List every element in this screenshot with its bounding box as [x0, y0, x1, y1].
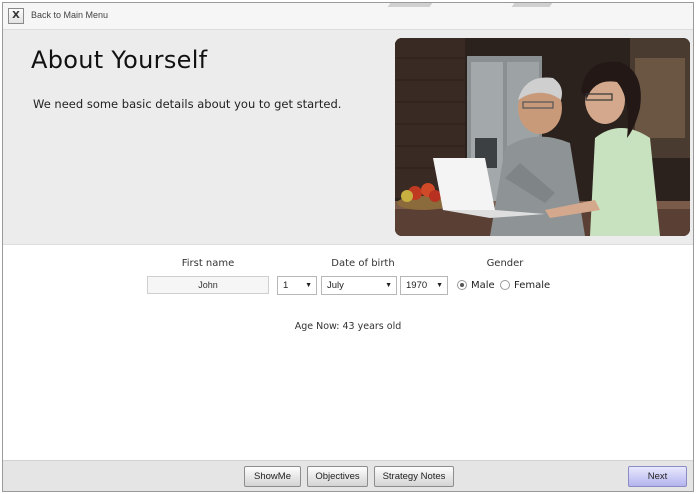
hero-section: About Yourself We need some basic detail…	[3, 30, 693, 245]
dob-day-select[interactable]: 1 ▼	[277, 276, 317, 295]
hero-photo	[395, 38, 690, 236]
gender-female-label[interactable]: Female	[514, 280, 550, 291]
app-window: X Back to Main Menu About Yourself We ne…	[2, 2, 694, 492]
gender-male-radio[interactable]	[457, 280, 467, 290]
first-name-input[interactable]: John	[147, 276, 269, 294]
dob-year-value: 1970	[406, 280, 428, 291]
dob-day-value: 1	[283, 280, 289, 291]
dob-month-value: July	[327, 280, 344, 291]
close-button[interactable]: X	[8, 8, 24, 24]
chevron-down-icon: ▼	[385, 282, 392, 289]
next-button[interactable]: Next	[628, 466, 687, 487]
age-now-text: Age Now: 43 years old	[294, 321, 402, 332]
gender-male-label[interactable]: Male	[471, 280, 495, 291]
dob-year-select[interactable]: 1970 ▼	[400, 276, 448, 295]
strategy-notes-button[interactable]: Strategy Notes	[374, 466, 454, 487]
top-decoration	[511, 3, 553, 7]
bottom-toolbar: ShowMe Objectives Strategy Notes Next	[3, 460, 693, 491]
gender-label: Gender	[486, 258, 524, 269]
couple-laptop-illustration	[395, 38, 690, 236]
showme-button[interactable]: ShowMe	[244, 466, 301, 487]
gender-female-radio[interactable]	[500, 280, 510, 290]
page-title: About Yourself	[31, 46, 208, 74]
objectives-button[interactable]: Objectives	[307, 466, 368, 487]
back-to-main-menu-link[interactable]: Back to Main Menu	[31, 10, 108, 20]
top-decoration	[387, 3, 433, 7]
page-subtitle: We need some basic details about you to …	[33, 97, 342, 111]
chevron-down-icon: ▼	[436, 282, 443, 289]
dob-month-select[interactable]: July ▼	[321, 276, 397, 295]
top-bar: X Back to Main Menu	[3, 3, 693, 30]
first-name-label: First name	[181, 258, 235, 269]
date-of-birth-label: Date of birth	[331, 258, 395, 269]
chevron-down-icon: ▼	[305, 282, 312, 289]
